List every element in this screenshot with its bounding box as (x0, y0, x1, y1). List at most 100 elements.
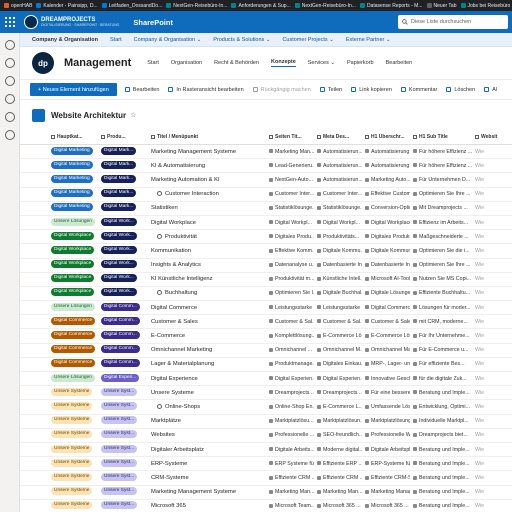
hauptkategorie-cell[interactable]: Digital Workplace (48, 231, 98, 242)
table-row[interactable]: Digital Commerce Digital Comm... Omnichann… (20, 344, 512, 358)
brand-logo[interactable] (24, 15, 38, 29)
website-cell[interactable]: Wie (472, 177, 512, 183)
h1-cell[interactable]: Effektive Customer... (362, 191, 410, 197)
news-icon[interactable] (4, 76, 15, 86)
column-header[interactable]: H1 Sub Title (410, 134, 472, 140)
table-row[interactable]: Unsere Lösungen Digital Experi... Digital … (20, 372, 512, 387)
h1-subtitle-cell[interactable]: Entwicklung, Optimi... (410, 404, 472, 410)
app-launcher-icon[interactable] (4, 16, 16, 28)
meta-description-cell[interactable]: Moderne digital... (314, 447, 362, 453)
comment-command[interactable]: Kommentar (400, 87, 437, 93)
hauptkategorie-cell[interactable]: Unsere Systeme (48, 416, 98, 426)
h1-cell[interactable]: Digital Workplace... (362, 220, 410, 226)
search-input[interactable]: Diese Liste durchsuchen (398, 15, 508, 29)
seiten-titel-cell[interactable]: Digital Workpl... (266, 220, 314, 226)
h1-cell[interactable]: Digitale Kommuni... (362, 248, 410, 254)
bookmark-item[interactable]: NextGen-Reisebüro-In... (166, 3, 227, 9)
h1-subtitle-cell[interactable]: Lösungen für moder... (410, 305, 472, 311)
title-cell[interactable]: Digital Commerce (148, 305, 266, 311)
site-title[interactable]: Management (64, 57, 131, 69)
seiten-titel-cell[interactable]: Omnichannel ... (266, 347, 314, 353)
title-cell[interactable]: ERP-Systeme (148, 461, 266, 467)
table-row[interactable]: Unsere Systeme Unsere Syst... Digitaler Ar… (20, 443, 512, 458)
table-row[interactable]: Unsere Systeme Unsere Syst... Websites Prof… (20, 429, 512, 443)
h1-subtitle-cell[interactable]: Für effiziente Bes... (410, 361, 472, 367)
title-cell[interactable]: Customer & Sales (148, 319, 266, 325)
h1-cell[interactable]: Umfassende Lösun... (362, 404, 410, 410)
title-cell[interactable]: Buchhaltung (148, 290, 266, 296)
table-row[interactable]: Digital Workplace Digital Work... Insights… (20, 259, 512, 273)
table-row[interactable]: Digital Marketing Digital Mark... KI & Aut… (20, 159, 512, 174)
hauptkategorie-cell[interactable]: Digital Marketing (48, 160, 98, 171)
produkt-cell[interactable]: Digital Comm... (98, 302, 148, 313)
table-row[interactable]: Unsere Systeme Unsere Syst... ERP-Systeme E… (20, 457, 512, 472)
meta-description-cell[interactable]: Effiziente ERP ... (314, 461, 362, 467)
h1-cell[interactable]: Customer & Sales (362, 319, 410, 325)
site-logo[interactable]: dp (32, 52, 54, 74)
h1-cell[interactable]: Microsoft AI-Tools f... (362, 276, 410, 282)
site-nav-item[interactable]: Services ⌄ (308, 60, 335, 66)
seiten-titel-cell[interactable]: ERP Systeme fü... (266, 461, 314, 467)
h1-cell[interactable]: Datenbasierte Ins... (362, 262, 410, 268)
seiten-titel-cell[interactable]: Komplettlösung... (266, 333, 314, 339)
produkt-cell[interactable]: Digital Comm... (98, 316, 148, 327)
website-cell[interactable]: Wie (472, 390, 512, 396)
h1-subtitle-cell[interactable]: Optimieren Sie Ihre ... (410, 191, 472, 197)
title-cell[interactable]: Produktivität (148, 233, 266, 240)
produkt-cell[interactable]: Digital Comm... (98, 359, 148, 369)
hauptkategorie-cell[interactable]: Unsere Systeme (48, 472, 98, 483)
meta-description-cell[interactable]: Effiziente CRM ... (314, 475, 362, 481)
h1-subtitle-cell[interactable]: für die digitale Zuk... (410, 376, 472, 382)
table-row[interactable]: Digital Marketing Digital Mark... Marketin… (20, 145, 512, 160)
meta-description-cell[interactable]: E-Commerce L... (314, 404, 362, 410)
table-row[interactable]: Unsere Systeme Unsere Syst... Unsere Syste… (20, 386, 512, 401)
hub-item[interactable]: Company & Organisation ⌄ (134, 37, 202, 43)
h1-cell[interactable]: ERP-Systeme für Ihr... (362, 461, 410, 467)
seiten-titel-cell[interactable]: Leistungsstarke ... (266, 305, 314, 311)
hauptkategorie-cell[interactable]: Unsere Systeme (48, 430, 98, 440)
hauptkategorie-cell[interactable]: Unsere Systeme (48, 458, 98, 469)
title-cell[interactable]: Websites (148, 432, 266, 438)
favorite-star-icon[interactable]: ☆ (130, 111, 136, 119)
produkt-cell[interactable]: Unsere Syst... (98, 430, 148, 440)
h1-subtitle-cell[interactable]: Beratung und Imple... (410, 503, 472, 509)
h1-subtitle-cell[interactable]: Beratung und Imple... (410, 447, 472, 453)
column-header[interactable]: Hauptkat... (48, 134, 98, 140)
bookmark-item[interactable]: Anforderungen & Sup... (231, 3, 291, 9)
produkt-cell[interactable]: Unsere Syst... (98, 444, 148, 455)
hauptkategorie-cell[interactable]: Digital Marketing (48, 146, 98, 157)
site-nav-item[interactable]: Papierkorb (347, 60, 374, 66)
hauptkategorie-cell[interactable]: Digital Workplace (48, 245, 98, 256)
create-icon[interactable] (4, 130, 15, 140)
table-row[interactable]: Unsere Systeme Unsere Syst... Online-Shops… (20, 400, 512, 415)
h1-cell[interactable]: MRP-, Lager- und ... (362, 361, 410, 367)
table-row[interactable]: Digital Workplace Digital Work... KI Künst… (20, 273, 512, 287)
website-cell[interactable]: Wie (472, 191, 512, 197)
meta-description-cell[interactable]: Customer Inter... (314, 191, 362, 197)
h1-cell[interactable]: Innovative Geschäft... (362, 376, 410, 382)
meta-description-cell[interactable]: Omnichannel M... (314, 347, 362, 353)
h1-subtitle-cell[interactable]: Effiziente Buchhaltu... (410, 290, 472, 296)
produkt-cell[interactable]: Unsere Syst... (98, 387, 148, 398)
website-cell[interactable]: Wie (472, 432, 512, 438)
seiten-titel-cell[interactable]: Produktivität m... (266, 276, 314, 282)
produkt-cell[interactable]: Digital Mark... (98, 160, 148, 171)
meta-description-cell[interactable]: SEO-freundlich... (314, 432, 362, 438)
h1-cell[interactable]: Marketing Auto... (362, 177, 410, 183)
meta-description-cell[interactable]: Customer & Sal... (314, 319, 362, 325)
site-nav-item-active[interactable]: Konzepte (271, 59, 296, 67)
site-nav-item[interactable]: Start (147, 60, 159, 66)
h1-cell[interactable]: Professionelle Web... (362, 432, 410, 438)
h1-subtitle-cell[interactable]: Für E-Commerce u... (410, 347, 472, 353)
bookmark-item[interactable]: Jobs bei Reisebüro (460, 3, 510, 9)
table-row[interactable]: Digital Commerce Digital Comm... E-Commerc… (20, 329, 512, 344)
meta-description-cell[interactable]: Datenbasierte In... (314, 262, 362, 268)
h1-cell[interactable]: Effiziente CRM-Sy... (362, 475, 410, 481)
website-cell[interactable]: Wie (472, 149, 512, 155)
seiten-titel-cell[interactable]: Online-Shop En... (266, 404, 314, 410)
website-cell[interactable]: Wie (472, 347, 512, 353)
produkt-cell[interactable]: Unsere Syst... (98, 472, 148, 483)
h1-subtitle-cell[interactable]: Beratung und Imple... (410, 390, 472, 396)
seiten-titel-cell[interactable]: Digital Experien... (266, 376, 314, 382)
hub-item[interactable]: Start (110, 37, 122, 43)
